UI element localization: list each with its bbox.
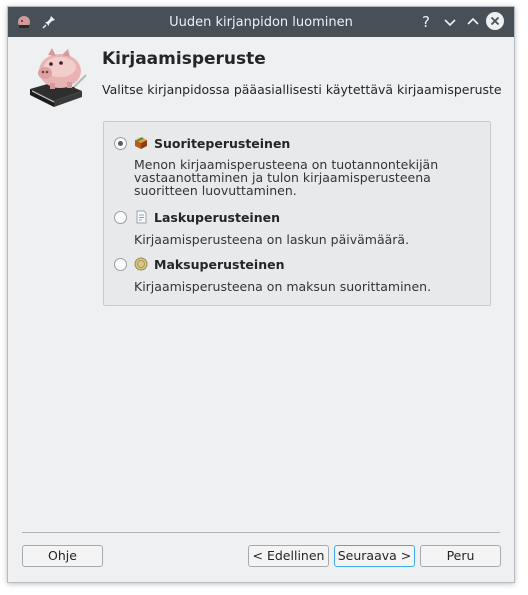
next-button[interactable]: Seuraava >: [334, 545, 415, 567]
help-button[interactable]: Ohje: [22, 545, 103, 567]
close-button[interactable]: [486, 12, 504, 30]
option-label: Suoriteperusteinen: [154, 136, 291, 151]
option-description: Kirjaamisperusteena on laskun päivämäärä…: [134, 232, 410, 247]
wizard-dialog: Uuden kirjanpidon luominen ? Kirjaamispe…: [7, 6, 515, 583]
close-icon: [490, 16, 500, 26]
coin-icon: [134, 257, 148, 271]
minimize-icon[interactable]: [440, 12, 460, 32]
titlebar[interactable]: Uuden kirjanpidon luominen ?: [8, 7, 514, 37]
accounting-basis-options: Suoriteperusteinen Menon kirjaamisperust…: [103, 121, 491, 306]
invoice-icon: [136, 210, 147, 224]
radio-maksuperusteinen[interactable]: [114, 258, 127, 271]
page-heading: Kirjaamisperuste: [102, 49, 266, 69]
piggy-bank-book-logo: [30, 48, 87, 107]
page-subtitle: Valitse kirjanpidossa pääasiallisesti kä…: [102, 82, 502, 97]
cancel-button[interactable]: Peru: [420, 545, 501, 567]
help-icon[interactable]: ?: [416, 12, 436, 32]
option-label: Laskuperusteinen: [154, 210, 280, 225]
button-separator: [22, 532, 500, 533]
window-title: Uuden kirjanpidon luominen: [169, 15, 353, 30]
box-icon: [135, 137, 147, 149]
back-button[interactable]: < Edellinen: [248, 545, 329, 567]
option-description: Menon kirjaamisperusteena on tuotannonte…: [134, 157, 439, 198]
radio-suoriteperusteinen[interactable]: [114, 137, 127, 150]
option-label: Maksuperusteinen: [154, 257, 285, 272]
radio-laskuperusteinen[interactable]: [114, 211, 127, 224]
maximize-icon[interactable]: [463, 12, 483, 32]
option-description: Kirjaamisperusteena on maksun suorittami…: [134, 279, 432, 294]
